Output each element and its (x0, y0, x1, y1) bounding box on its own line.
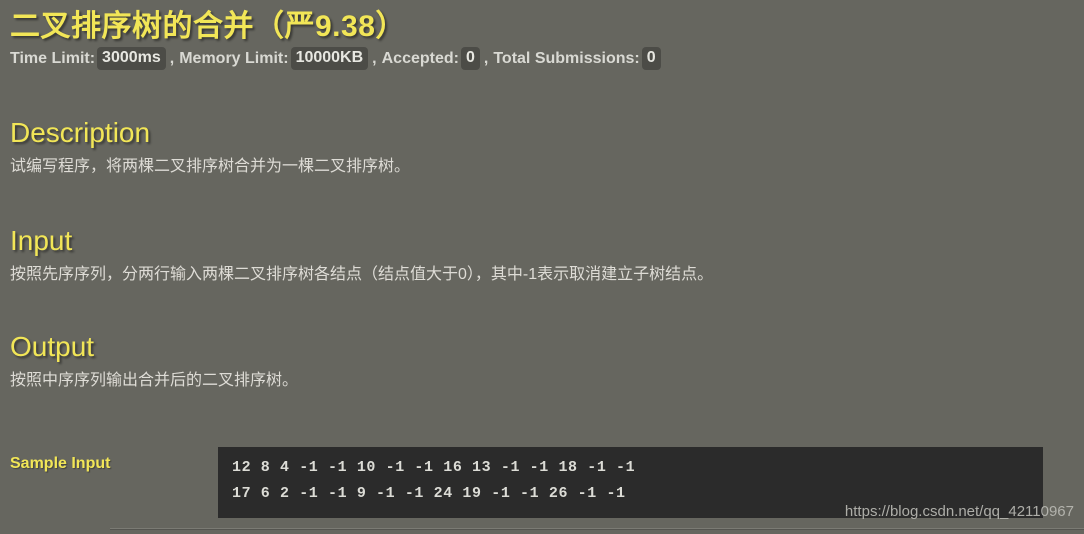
submissions-label: Total Submissions: (493, 50, 640, 68)
memory-limit-value: 10000KB (290, 47, 369, 71)
watermark-text: https://blog.csdn.net/qq_42110967 (844, 503, 1074, 520)
page-title: 二叉排序树的合并（严9.38） (8, 0, 1076, 44)
accepted-label: Accepted: (381, 50, 459, 68)
input-heading: Input (10, 225, 73, 256)
memory-limit-label: Memory Limit: (179, 50, 289, 68)
input-body: 按照先序序列，分两行输入两棵二叉排序树各结点（结点值大于0），其中-1表示取消建… (10, 265, 714, 283)
sample-input-line-1: 12 8 4 -1 -1 10 -1 -1 16 13 -1 -1 18 -1 … (232, 459, 636, 476)
time-limit-value: 3000ms (97, 47, 166, 71)
submissions-value: 0 (641, 47, 661, 71)
section-divider (110, 528, 1084, 530)
page-title-suffix: （严9.38） (254, 10, 406, 43)
section-description: Description 试编写程序，将两棵二叉排序树合并为一棵二叉排序树。 (8, 116, 410, 179)
meta-comma-2: , (372, 50, 377, 68)
description-heading: Description (10, 117, 151, 148)
accepted-value: 0 (460, 47, 480, 71)
output-heading: Output (10, 331, 95, 362)
problem-page: 二叉排序树的合并（严9.38） Time Limit: 3000ms , Mem… (0, 0, 1084, 534)
meta-comma-3: , (483, 50, 489, 68)
meta-comma-1: , (169, 50, 175, 68)
section-input: Input 按照先序序列，分两行输入两棵二叉排序树各结点（结点值大于0），其中-… (8, 224, 713, 287)
sample-input-label: Sample Input (10, 455, 111, 472)
description-body: 试编写程序，将两棵二叉排序树合并为一棵二叉排序树。 (10, 157, 411, 175)
page-title-main: 二叉排序树的合并 (10, 10, 254, 43)
problem-meta: Time Limit: 3000ms , Memory Limit: 10000… (10, 47, 1076, 71)
output-body: 按照中序序列输出合并后的二叉排序树。 (10, 371, 299, 389)
section-output: Output 按照中序序列输出合并后的二叉排序树。 (8, 330, 298, 393)
time-limit-label: Time Limit: (10, 50, 96, 68)
